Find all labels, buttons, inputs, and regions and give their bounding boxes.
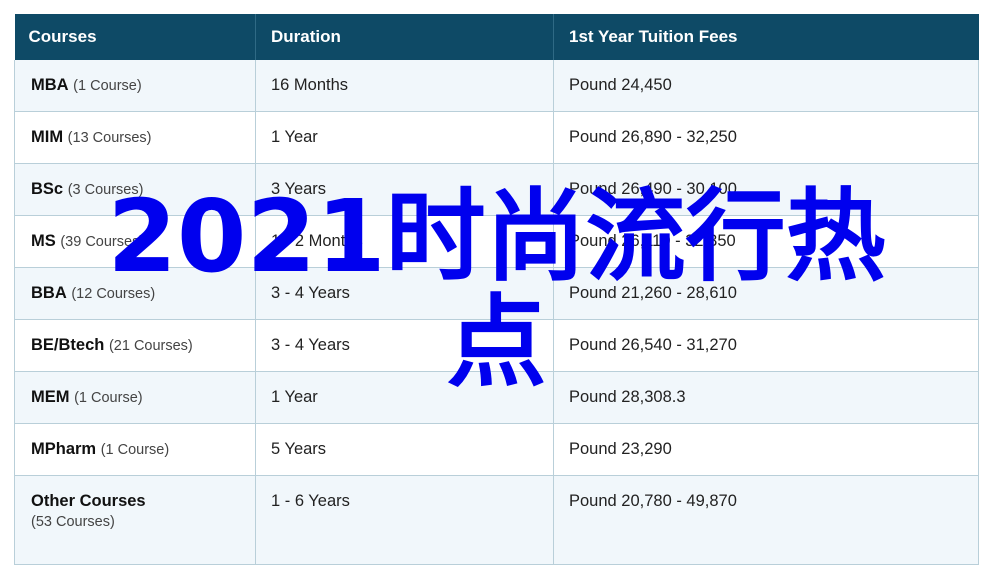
fees-cell: Pound 26,110 - 32,350 (553, 215, 979, 268)
course-name: MS (31, 232, 56, 250)
course-count: (53 Courses) (31, 514, 115, 530)
course-count: (13 Courses) (67, 130, 152, 146)
course-name: MBA (31, 76, 69, 94)
table-row: Other Courses (53 Courses) 1 - 6 Years Po… (14, 475, 979, 565)
course-cell: MBA (1 Course) (14, 60, 256, 112)
table-row: MEM (1 Course) 1 Year Pound 28,308.3 (14, 371, 979, 424)
table-row: BBA (12 Courses) 3 - 4 Years Pound 21,26… (14, 267, 979, 320)
course-name: BBA (31, 284, 67, 302)
table-row: MPharm (1 Course) 5 Years Pound 23,290 (14, 423, 979, 476)
duration-cell: 1 - 2 Months (255, 215, 554, 268)
header-duration: Duration (255, 14, 554, 60)
table-row: MIM (13 Courses) 1 Year Pound 26,890 - 3… (14, 111, 979, 164)
duration-cell: 16 Months (255, 60, 554, 112)
fees-cell: Pound 26,890 - 32,250 (553, 111, 979, 164)
duration-cell: 3 Years (255, 163, 554, 216)
table-row: MS (39 Courses) 1 - 2 Months Pound 26,11… (14, 215, 979, 268)
duration-cell: 3 - 4 Years (255, 319, 554, 372)
table-row: BE/Btech (21 Courses) 3 - 4 Years Pound … (14, 319, 979, 372)
fees-cell: Pound 21,260 - 28,610 (553, 267, 979, 320)
fees-cell: Pound 26,540 - 31,270 (553, 319, 979, 372)
course-cell: BE/Btech (21 Courses) (14, 319, 256, 372)
duration-cell: 1 Year (255, 371, 554, 424)
table-row: MBA (1 Course) 16 Months Pound 24,450 (14, 60, 979, 112)
duration-cell: 1 Year (255, 111, 554, 164)
course-cell: MPharm (1 Course) (14, 423, 256, 476)
course-count: (21 Courses) (108, 338, 193, 354)
header-row: Courses Duration 1st Year Tuition Fees (14, 14, 979, 60)
fees-cell: Pound 20,780 - 49,870 (553, 475, 979, 565)
course-count: (3 Courses) (67, 182, 144, 198)
fees-cell: Pound 23,290 (553, 423, 979, 476)
course-cell: Other Courses (53 Courses) (14, 475, 256, 565)
fees-cell: Pound 28,308.3 (553, 371, 979, 424)
course-cell: MEM (1 Course) (14, 371, 256, 424)
course-fees-table-wrapper: Courses Duration 1st Year Tuition Fees M… (14, 14, 979, 565)
course-fees-table: Courses Duration 1st Year Tuition Fees M… (14, 14, 979, 565)
table-row: BSc (3 Courses) 3 Years Pound 26,490 - 3… (14, 163, 979, 216)
course-name: BE/Btech (31, 336, 105, 354)
course-name: MEM (31, 388, 70, 406)
header-tuition-fees: 1st Year Tuition Fees (553, 14, 979, 60)
table-body: MBA (1 Course) 16 Months Pound 24,450 MI… (14, 60, 979, 565)
fees-cell: Pound 24,450 (553, 60, 979, 112)
duration-cell: 3 - 4 Years (255, 267, 554, 320)
course-cell: BSc (3 Courses) (14, 163, 256, 216)
duration-cell: 1 - 6 Years (255, 475, 554, 565)
course-name: Other Courses (31, 492, 146, 510)
course-count: (1 Course) (100, 442, 170, 458)
course-count: (1 Course) (74, 390, 143, 406)
course-name: BSc (31, 180, 64, 198)
duration-cell: 5 Years (255, 423, 554, 476)
course-cell: BBA (12 Courses) (14, 267, 256, 320)
course-count: (12 Courses) (71, 286, 156, 302)
course-cell: MIM (13 Courses) (14, 111, 256, 164)
course-cell: MS (39 Courses) (14, 215, 256, 268)
course-count: (39 Courses) (60, 234, 145, 250)
course-name: MPharm (31, 440, 97, 458)
course-count: (1 Course) (73, 78, 142, 94)
header-courses: Courses (14, 14, 256, 60)
table-header: Courses Duration 1st Year Tuition Fees (14, 14, 979, 60)
fees-cell: Pound 26,490 - 30,100 (553, 163, 979, 216)
course-name: MIM (31, 128, 64, 146)
